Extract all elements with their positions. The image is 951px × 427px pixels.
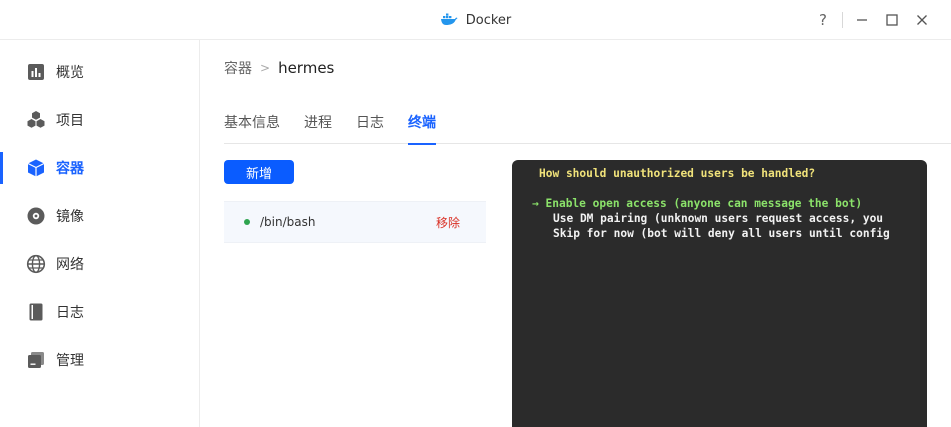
add-session-button[interactable]: 新增 bbox=[224, 160, 294, 184]
sidebar-item-images[interactable]: 镜像 bbox=[0, 192, 199, 240]
sidebar-item-label: 项目 bbox=[56, 113, 84, 129]
sidebar-item-overview[interactable]: 概览 bbox=[0, 48, 199, 96]
chart-icon bbox=[26, 62, 46, 82]
tab-logs[interactable]: 日志 bbox=[356, 104, 384, 144]
cubes-icon bbox=[26, 110, 46, 130]
minimize-icon[interactable] bbox=[847, 0, 877, 40]
sidebar-item-label: 概览 bbox=[56, 65, 84, 81]
main-content: 容器 > hermes 基本信息 进程 日志 终端 新增 /bin/bash 移… bbox=[200, 40, 951, 427]
maximize-icon[interactable] bbox=[877, 0, 907, 40]
remove-session-button[interactable]: 移除 bbox=[436, 214, 460, 231]
selection-arrow: → bbox=[532, 197, 546, 210]
session-item[interactable]: /bin/bash 移除 bbox=[224, 201, 486, 243]
breadcrumb-separator: > bbox=[260, 61, 271, 75]
window-controls: ? bbox=[808, 0, 937, 40]
book-icon bbox=[26, 302, 46, 322]
sidebar-item-label: 日志 bbox=[56, 305, 84, 321]
sidebar-item-label: 网络 bbox=[56, 257, 84, 273]
session-name: /bin/bash bbox=[260, 215, 316, 229]
breadcrumb-current: hermes bbox=[278, 59, 335, 77]
terminal-option-selected: → Enable open access (anyone can message… bbox=[512, 196, 927, 211]
close-icon[interactable] bbox=[907, 0, 937, 40]
window-title: Docker bbox=[465, 12, 512, 28]
sidebar-item-label: 管理 bbox=[56, 353, 84, 369]
sidebar: 概览 项目 容器 镜像 网络 日志 管理 bbox=[0, 40, 200, 427]
container-icon bbox=[26, 158, 46, 178]
tab-terminal[interactable]: 终端 bbox=[408, 104, 436, 145]
sidebar-item-label: 镜像 bbox=[56, 209, 84, 225]
docker-logo-icon bbox=[440, 11, 458, 30]
terminal-prompt: How should unauthorized users be handled… bbox=[539, 167, 816, 180]
tab-processes[interactable]: 进程 bbox=[304, 104, 332, 144]
breadcrumb: 容器 > hermes bbox=[224, 58, 334, 78]
sidebar-item-projects[interactable]: 项目 bbox=[0, 96, 199, 144]
tab-bar: 基本信息 进程 日志 终端 bbox=[224, 104, 951, 145]
sidebar-item-label: 容器 bbox=[56, 161, 84, 177]
help-icon[interactable]: ? bbox=[808, 0, 838, 40]
title-bar: Docker ? bbox=[0, 0, 951, 40]
terminal-option: Use DM pairing (unknown users request ac… bbox=[553, 212, 884, 225]
sidebar-item-containers[interactable]: 容器 bbox=[0, 144, 199, 192]
terminal-option-text: Enable open access (anyone can message t… bbox=[545, 197, 863, 210]
sidebar-item-network[interactable]: 网络 bbox=[0, 240, 199, 288]
sidebar-item-logs[interactable]: 日志 bbox=[0, 288, 199, 336]
sidebar-item-manage[interactable]: 管理 bbox=[0, 336, 199, 384]
terminal-view[interactable]: How should unauthorized users be handled… bbox=[512, 160, 927, 427]
globe-icon bbox=[26, 254, 46, 274]
controls-divider bbox=[842, 12, 843, 28]
terminal-option: Skip for now (bot will deny all users un… bbox=[553, 227, 890, 240]
disc-icon bbox=[26, 206, 46, 226]
breadcrumb-root[interactable]: 容器 bbox=[224, 58, 252, 78]
status-dot-icon bbox=[244, 219, 250, 225]
tab-basic-info[interactable]: 基本信息 bbox=[224, 104, 280, 144]
manage-icon bbox=[26, 350, 46, 370]
